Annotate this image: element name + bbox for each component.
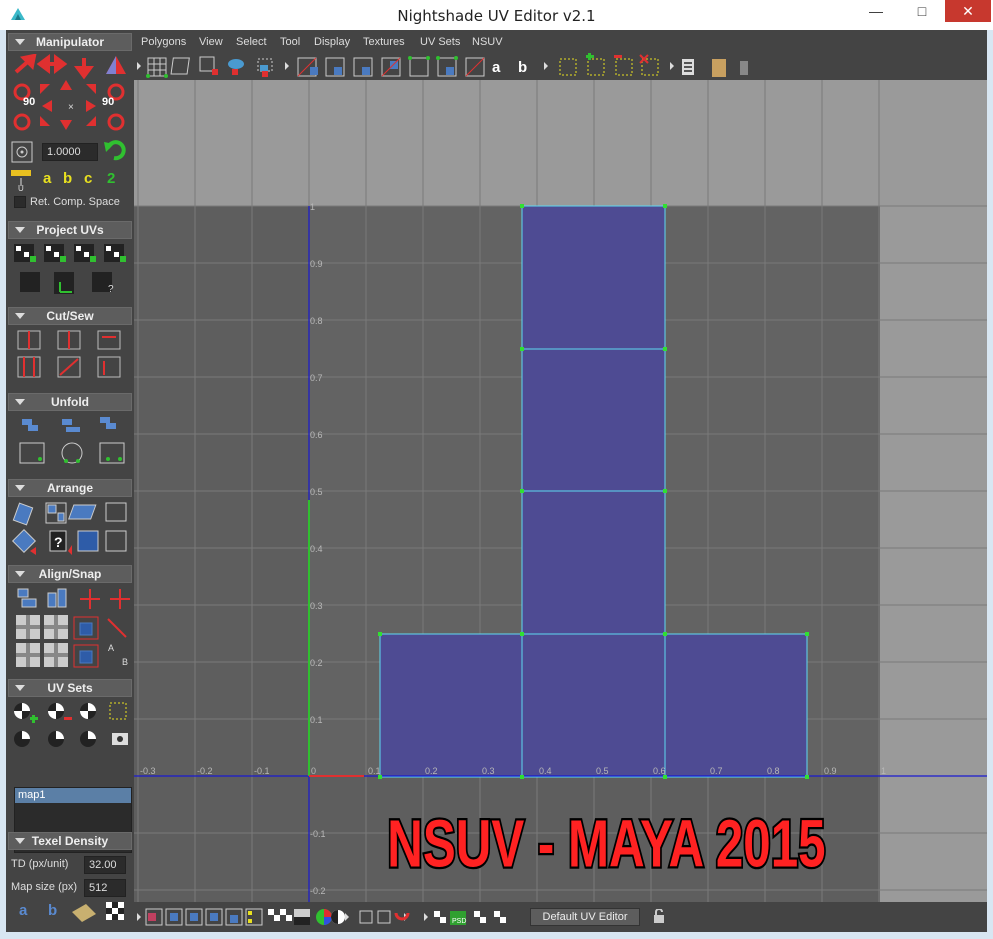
default-uv-editor-button[interactable]: Default UV Editor [530,908,640,926]
u-tick-label: 1 [881,766,886,776]
texel-tools-icons[interactable] [70,900,128,926]
svg-text:PSD: PSD [452,918,466,925]
v-tick-label: 0.2 [310,658,323,668]
v-tick-label: -0.2 [310,886,326,896]
u-tick-label: -0.2 [197,766,213,776]
align-snap-icons[interactable]: AB [10,585,130,669]
toolbar-icons[interactable]: a b [134,53,764,80]
v-tick-label: 0.9 [310,259,323,269]
nsuv-tool-panel: Manipulator × 90 90 1.0000 U a b c 2 Ret… [6,30,132,932]
ret-comp-space-checkbox[interactable] [14,196,26,208]
v-tick-label: 0.5 [310,487,323,497]
section-uv-sets[interactable]: UV Sets [8,679,132,697]
bottom-toolbar: PSD Default UV Editor [134,903,987,932]
section-unfold[interactable]: Unfold [8,393,132,411]
project-uvs-icons[interactable]: ? [10,242,130,298]
v-tick-label: 1 [310,202,315,212]
menu-polygons[interactable]: Polygons [141,36,186,48]
u-tick-label: -0.1 [254,766,270,776]
v-tick-label: 0.8 [310,316,323,326]
menu-uv-sets[interactable]: UV Sets [420,36,460,48]
maximize-button[interactable]: □ [899,0,945,22]
toolbar-letter-a[interactable]: a [492,59,501,76]
uv-grid-canvas[interactable]: -0.3 -0.2 -0.1 0 0.1 0.2 0.3 0.4 0.5 0.6 0.7 0.8 0.9… [134,80,987,902]
cut-sew-icons[interactable] [10,327,130,383]
uv-sets-icons[interactable] [10,699,130,755]
section-arrange[interactable]: Arrange [8,479,132,497]
ruler-icon[interactable]: U [10,168,32,192]
undo-icon[interactable] [102,138,128,162]
svg-text:U: U [18,184,24,192]
letter-c-button[interactable]: c [84,170,92,187]
v-tick-label: 0.7 [310,373,323,383]
letter-b-button[interactable]: b [63,170,72,187]
section-texel-density[interactable]: Texel Density [8,832,132,850]
section-align-snap[interactable]: Align/Snap [8,565,132,583]
v-tick-label: 0.1 [310,715,323,725]
uv-face[interactable] [521,348,666,492]
title-bar: Nightshade UV Editor v2.1 — □ ✕ [0,0,993,30]
u-tick-label: 0.6 [653,766,666,776]
td-set-button[interactable]: b [48,902,57,919]
v-tick-label: 0.6 [310,430,323,440]
map-size-label: Map size (px) [11,881,78,893]
menu-nsuv[interactable]: NSUV [472,36,503,48]
svg-text:B: B [122,657,128,667]
manipulator-value-field[interactable]: 1.0000 [42,143,98,161]
u-tick-label: 0.7 [710,766,723,776]
uv-face[interactable] [521,633,666,778]
uv-face[interactable] [521,490,666,635]
u-tick-label: 0.1 [368,766,381,776]
letter-a-button[interactable]: a [43,170,51,187]
u-tick-label: 0.5 [596,766,609,776]
unfold-icons[interactable] [10,413,130,469]
u-tick-label: 0.9 [824,766,837,776]
rotate-cw-90-label: 90 [102,96,115,108]
minimize-button[interactable]: — [853,0,899,22]
pivot-icon[interactable] [10,140,34,164]
number-2-button[interactable]: 2 [107,170,115,187]
svg-text:×: × [68,102,74,113]
v-tick-label: 0.4 [310,544,323,554]
uv-face[interactable] [379,633,523,778]
u-tick-label: 0 [311,766,316,776]
uv-set-item[interactable]: map1 [15,788,131,803]
menu-bar: Polygons View Select Tool Display Textur… [134,33,987,53]
close-button[interactable]: ✕ [945,0,991,22]
menu-select[interactable]: Select [236,36,267,48]
v-tick-label: 0.3 [310,601,323,611]
v-tick-label: -0.1 [310,829,326,839]
u-tick-label: 0.4 [539,766,552,776]
td-field[interactable]: 32.00 [84,856,126,874]
svg-text:A: A [108,643,114,653]
uv-face[interactable] [664,633,808,778]
top-toolbar: a b [134,53,987,80]
td-get-button[interactable]: a [19,902,27,919]
uv-face[interactable] [521,205,666,350]
section-manipulator[interactable]: Manipulator [8,33,132,51]
ret-comp-space-label: Ret. Comp. Space [30,196,120,208]
menu-textures[interactable]: Textures [363,36,405,48]
svg-text:?: ? [54,534,63,550]
u-tick-label: 0.8 [767,766,780,776]
td-label: TD (px/unit) [11,858,69,870]
section-project-uvs[interactable]: Project UVs [8,221,132,239]
svg-text:?: ? [108,284,114,295]
toolbar-letter-b[interactable]: b [518,59,527,76]
menu-tool[interactable]: Tool [280,36,300,48]
menu-display[interactable]: Display [314,36,350,48]
u-tick-label: -0.3 [140,766,156,776]
nsuv-maya-caption: NSUV - MAYA 2015 [387,807,825,881]
u-tick-label: 0.3 [482,766,495,776]
map-size-field[interactable]: 512 [84,879,126,897]
lock-icon[interactable] [652,909,666,923]
rotate-ccw-90-label: 90 [23,96,36,108]
section-cut-sew[interactable]: Cut/Sew [8,307,132,325]
u-tick-label: 0.2 [425,766,438,776]
bottom-toolbar-icons[interactable]: PSD [134,903,524,932]
uv-viewport[interactable]: -0.3 -0.2 -0.1 0 0.1 0.2 0.3 0.4 0.5 0.6 0.7 0.8 0.9… [134,80,987,902]
window-title: Nightshade UV Editor v2.1 [397,7,596,25]
arrange-icons[interactable]: ? [10,499,130,557]
menu-view[interactable]: View [199,36,223,48]
